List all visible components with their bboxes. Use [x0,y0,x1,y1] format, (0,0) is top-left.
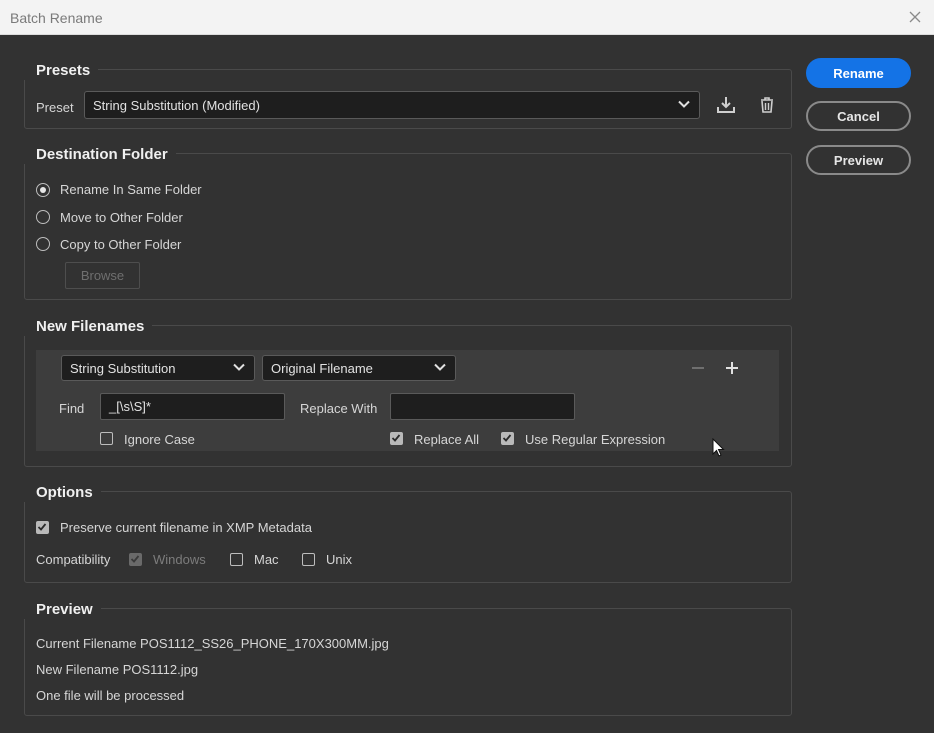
preserve-xmp-label: Preserve current filename in XMP Metadat… [60,520,312,535]
window-title: Batch Rename [10,10,103,26]
preserve-xmp-checkbox[interactable] [36,521,49,534]
unix-checkbox[interactable] [302,553,315,566]
presets-title: Presets [24,62,99,80]
compatibility-label: Compatibility [36,552,111,567]
windows-label: Windows [153,552,206,567]
options-section: Options Preserve current filename in XMP… [24,484,792,583]
find-label: Find [59,401,85,416]
rule-source-select[interactable]: Original Filename [262,355,456,381]
mouse-cursor-icon [712,437,726,458]
add-rule-icon[interactable] [724,360,740,376]
chevron-down-icon [232,361,246,376]
use-regex-label: Use Regular Expression [525,432,666,447]
rule-type-value: String Substitution [70,360,176,376]
replace-all-checkbox[interactable] [390,432,403,445]
presets-section: Presets Preset String Substitution (Modi… [24,62,792,129]
save-preset-icon[interactable] [715,94,737,116]
chevron-down-icon [677,98,691,113]
replace-with-label: Replace With [300,401,378,416]
preset-select[interactable]: String Substitution (Modified) [84,91,700,119]
rule-source-value: Original Filename [271,360,373,376]
rename-same-folder-label: Rename In Same Folder [60,182,202,197]
dialog-body: Rename Cancel Preview Presets Preset Str… [0,35,934,733]
radio-rename-same-folder[interactable] [36,183,50,197]
remove-rule-icon[interactable] [690,360,706,376]
find-input[interactable]: _[\s\S]* [100,393,285,420]
copy-other-folder-label: Copy to Other Folder [60,237,182,252]
new-filenames-title: New Filenames [24,318,153,336]
windows-checkbox [129,553,142,566]
browse-button[interactable]: Browse [65,262,140,289]
chevron-down-icon [433,361,447,376]
unix-label: Unix [326,552,353,567]
options-title: Options [24,484,101,502]
new-filename-text: New Filename POS1112.jpg [36,662,199,677]
destination-section: Destination Folder Rename In Same Folder… [24,146,792,300]
current-filename-text: Current Filename POS1112_SS26_PHONE_170X… [36,636,389,651]
new-filenames-section: New Filenames String Substitution Origin… [24,318,792,467]
file-count-text: One file will be processed [36,688,185,703]
close-icon[interactable] [906,8,924,26]
use-regex-checkbox[interactable] [501,432,514,445]
replace-all-label: Replace All [414,432,480,447]
ignore-case-label: Ignore Case [124,432,195,447]
destination-title: Destination Folder [24,146,176,164]
cancel-button[interactable]: Cancel [806,101,911,131]
move-other-folder-label: Move to Other Folder [60,210,183,225]
preset-value: String Substitution (Modified) [93,97,260,113]
delete-preset-icon[interactable] [756,94,778,116]
rule-type-select[interactable]: String Substitution [61,355,255,381]
mac-label: Mac [254,552,279,567]
preview-title: Preview [24,601,101,619]
radio-move-other-folder[interactable] [36,210,50,224]
preview-button[interactable]: Preview [806,145,911,175]
rename-button[interactable]: Rename [806,58,911,88]
radio-copy-other-folder[interactable] [36,237,50,251]
replace-with-input[interactable] [390,393,575,420]
rule-row-panel: String Substitution Original Filename Fi… [36,350,779,451]
preset-label: Preset [36,100,74,115]
mac-checkbox[interactable] [230,553,243,566]
title-bar: Batch Rename [0,0,934,35]
preview-section: Preview Current Filename POS1112_SS26_PH… [24,601,792,716]
ignore-case-checkbox[interactable] [100,432,113,445]
